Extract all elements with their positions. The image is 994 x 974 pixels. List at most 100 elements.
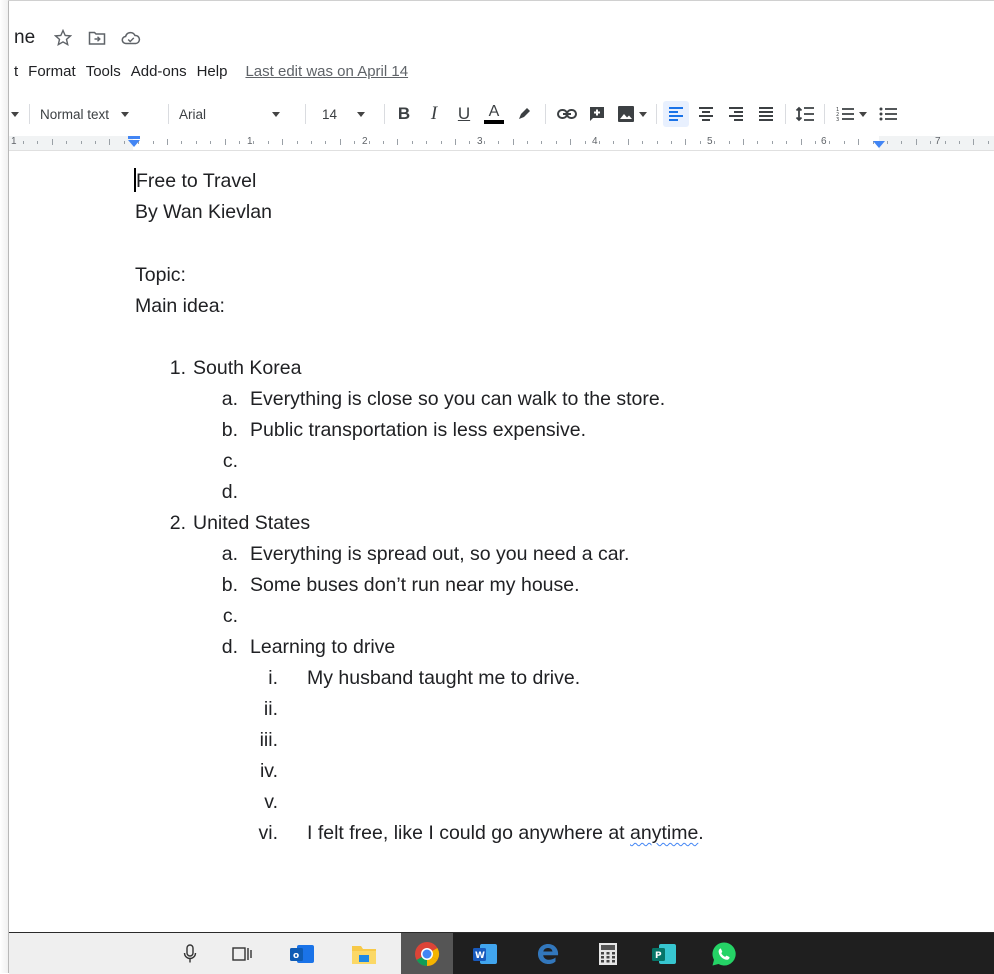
ruler-tick (973, 139, 975, 145)
chrome-icon[interactable] (414, 941, 440, 967)
text-color-swatch (484, 120, 504, 124)
font-size-dropdown[interactable]: 14 (316, 107, 378, 122)
whatsapp-icon[interactable] (711, 941, 737, 967)
toolbar-separator (656, 104, 657, 124)
ruler-tick (253, 141, 255, 144)
text-color-label: A (488, 103, 500, 120)
ruler-tick (671, 141, 672, 144)
ruler-tick (455, 139, 456, 145)
doc-topic: Topic: (135, 264, 186, 286)
toolbar-separator (305, 104, 306, 124)
chevron-down-icon (639, 111, 647, 117)
horizontal-ruler[interactable]: 1 1 2 3 4 5 6 7 (9, 136, 994, 151)
underline-button[interactable]: U (451, 101, 477, 127)
text-color-button[interactable]: A (481, 101, 507, 127)
ruler-tick (887, 141, 888, 144)
align-left-icon[interactable] (663, 101, 689, 127)
ruler-tick (570, 139, 572, 145)
paragraph-style-dropdown[interactable]: Normal text (40, 107, 158, 122)
align-center-icon[interactable] (693, 101, 719, 127)
menu-item-format[interactable]: Format (28, 63, 76, 80)
subsublist-marker: iii. (259, 729, 278, 751)
toolbar-separator (824, 104, 825, 124)
font-family-dropdown[interactable]: Arial (179, 107, 295, 122)
ruler-tick (368, 141, 370, 144)
ruler-tick (829, 141, 831, 144)
ruler-tick (37, 141, 39, 144)
ruler-tick (987, 141, 989, 144)
publisher-icon[interactable]: P (651, 941, 677, 967)
microphone-icon[interactable] (177, 941, 203, 967)
ruler-number: 2 (362, 136, 368, 147)
ruler-tick (469, 141, 471, 144)
subsublist-text: I felt free, like I could go anywhere at (307, 822, 631, 844)
bulleted-list-icon[interactable] (875, 101, 901, 127)
ruler-tick (267, 141, 269, 144)
move-to-folder-icon[interactable] (87, 28, 107, 48)
file-explorer-icon[interactable] (351, 941, 377, 967)
ruler-tick (599, 141, 600, 144)
ruler-tick (541, 141, 543, 144)
star-icon[interactable] (53, 28, 73, 48)
right-indent-marker[interactable] (873, 141, 885, 148)
numbered-list-icon[interactable]: 123 (831, 101, 871, 127)
italic-button[interactable]: I (421, 101, 447, 127)
menu-item-tools[interactable]: Tools (86, 63, 121, 80)
word-icon[interactable]: W (472, 941, 498, 967)
outlook-icon[interactable]: o (289, 941, 315, 967)
ruler-tick (80, 141, 82, 144)
ruler-tick (66, 141, 68, 144)
ruler-tick (152, 141, 154, 144)
subsublist-item: My husband taught me to drive. (307, 667, 581, 689)
subsublist-marker: ii. (263, 698, 278, 720)
ruler-tick (210, 141, 212, 144)
sublist-item: Learning to drive (250, 636, 396, 658)
line-spacing-icon[interactable] (792, 101, 818, 127)
ruler-tick (440, 141, 442, 144)
ruler-tick (930, 141, 932, 144)
cloud-saved-icon[interactable] (121, 28, 141, 48)
sublist-marker: d. (221, 481, 238, 503)
spelling-suggestion[interactable]: anytime (630, 822, 698, 844)
insert-image-icon[interactable] (614, 101, 650, 127)
insert-link-icon[interactable] (554, 101, 580, 127)
window-edge-shadow (0, 0, 8, 973)
paragraph-style-label: Normal text (40, 106, 110, 122)
task-view-icon[interactable] (229, 941, 255, 967)
ruler-tick (397, 139, 399, 145)
align-justify-icon[interactable] (753, 101, 779, 127)
ruler-tick (109, 139, 111, 145)
subsublist-marker: i. (268, 667, 278, 689)
sublist-marker: b. (221, 419, 238, 441)
calculator-icon[interactable] (595, 941, 621, 967)
ruler-number: 7 (935, 136, 941, 147)
add-comment-icon[interactable] (584, 101, 610, 127)
menu-item-partial[interactable]: t (14, 63, 18, 80)
bold-button[interactable]: B (391, 101, 417, 127)
sublist-item: Some buses don’t run near my house. (250, 574, 580, 596)
highlight-pen-icon[interactable] (511, 101, 537, 127)
first-line-indent-marker[interactable] (128, 136, 140, 139)
toolbar-separator (785, 104, 786, 124)
ruler-tick (843, 141, 845, 144)
edge-icon[interactable] (535, 941, 561, 967)
window-border-top (8, 0, 994, 1)
sublist-item: Everything is close so you can walk to t… (250, 388, 666, 410)
align-right-icon[interactable] (723, 101, 749, 127)
menu-item-help[interactable]: Help (197, 63, 228, 80)
ruler-number: 4 (592, 136, 598, 147)
menu-item-addons[interactable]: Add-ons (131, 63, 187, 80)
ruler-tick (714, 141, 716, 144)
svg-text:P: P (655, 951, 662, 961)
ruler-tick (728, 141, 730, 144)
ruler-tick (95, 141, 96, 144)
ruler-tick (656, 141, 658, 144)
document-title[interactable]: ne (14, 27, 35, 49)
ruler-tick (613, 141, 615, 144)
last-edit-link[interactable]: Last edit was on April 14 (245, 63, 408, 80)
left-indent-marker[interactable] (128, 140, 140, 147)
zoom-dropdown-caret[interactable] (11, 111, 19, 117)
ruler-tick (167, 139, 168, 145)
formatting-toolbar: Normal text Arial 14 B I U A 1 2 3 (9, 98, 994, 130)
ruler-tick (181, 141, 183, 144)
